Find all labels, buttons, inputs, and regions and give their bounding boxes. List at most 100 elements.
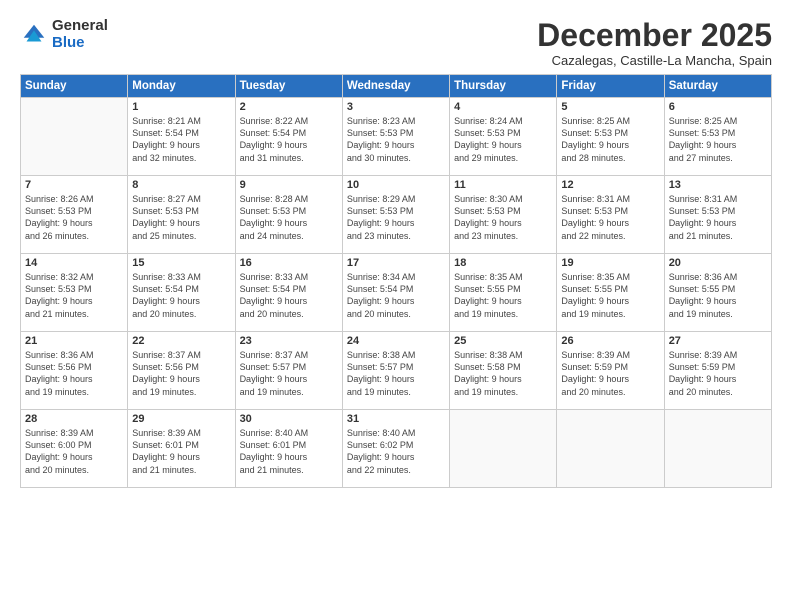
table-row: 7 Sunrise: 8:26 AM Sunset: 5:53 PM Daylig… (21, 176, 772, 254)
day-info: Sunrise: 8:33 AM Sunset: 5:54 PM Dayligh… (132, 271, 230, 320)
day-info: Sunrise: 8:29 AM Sunset: 5:53 PM Dayligh… (347, 193, 445, 242)
table-cell: 25Sunrise: 8:38 AM Sunset: 5:58 PM Dayli… (450, 332, 557, 410)
table-cell: 13 Sunrise: 8:31 AM Sunset: 5:53 PM Dayli… (664, 176, 771, 254)
day-number: 14 (25, 257, 123, 269)
day-info: Sunrise: 8:36 AM Sunset: 5:56 PM Dayligh… (25, 349, 123, 398)
day-info: Sunrise: 8:35 AM Sunset: 5:55 PM Dayligh… (454, 271, 552, 320)
day-number: 1 (132, 101, 230, 113)
table-cell (450, 410, 557, 488)
table-cell: 12 Sunrise: 8:31 AM Sunset: 5:53 PM Dayli… (557, 176, 664, 254)
table-cell: 9Sunrise: 8:28 AM Sunset: 5:53 PM Daylig… (235, 176, 342, 254)
table-cell: 2 Sunrise: 8:22 AM Sunset: 5:54 PM Daylig… (235, 98, 342, 176)
day-number: 6 (669, 101, 767, 113)
day-number: 18 (454, 257, 552, 269)
calendar-table: Sunday Monday Tuesday Wednesday Thursday… (20, 74, 772, 488)
col-thursday: Thursday (450, 75, 557, 98)
day-info: Sunrise: 8:32 AM Sunset: 5:53 PM Dayligh… (25, 271, 123, 320)
table-cell: 24Sunrise: 8:38 AM Sunset: 5:57 PM Dayli… (342, 332, 449, 410)
logo-blue-text: Blue (52, 35, 108, 52)
day-number: 26 (561, 335, 659, 347)
logo-general-text: General (52, 18, 108, 35)
day-number: 4 (454, 101, 552, 113)
table-cell: 1 Sunrise: 8:21 AM Sunset: 5:54 PM Daylig… (128, 98, 235, 176)
day-info: Sunrise: 8:25 AM Sunset: 5:53 PM Dayligh… (561, 115, 659, 164)
table-cell (664, 410, 771, 488)
day-number: 5 (561, 101, 659, 113)
page: General Blue December 2025 Cazalegas, Ca… (0, 0, 792, 612)
col-tuesday: Tuesday (235, 75, 342, 98)
col-friday: Friday (557, 75, 664, 98)
day-info: Sunrise: 8:31 AM Sunset: 5:53 PM Dayligh… (561, 193, 659, 242)
day-number: 22 (132, 335, 230, 347)
table-cell: 8 Sunrise: 8:27 AM Sunset: 5:53 PM Daylig… (128, 176, 235, 254)
day-number: 9 (240, 179, 338, 191)
table-cell: 26 Sunrise: 8:39 AM Sunset: 5:59 PM Dayli… (557, 332, 664, 410)
day-info: Sunrise: 8:21 AM Sunset: 5:54 PM Dayligh… (132, 115, 230, 164)
header: General Blue December 2025 Cazalegas, Ca… (20, 18, 772, 68)
day-info: Sunrise: 8:40 AM Sunset: 6:01 PM Dayligh… (240, 427, 338, 476)
day-number: 15 (132, 257, 230, 269)
day-info: Sunrise: 8:35 AM Sunset: 5:55 PM Dayligh… (561, 271, 659, 320)
col-wednesday: Wednesday (342, 75, 449, 98)
table-cell: 23 Sunrise: 8:37 AM Sunset: 5:57 PM Dayli… (235, 332, 342, 410)
table-cell: 17Sunrise: 8:34 AM Sunset: 5:54 PM Dayli… (342, 254, 449, 332)
day-number: 20 (669, 257, 767, 269)
col-sunday: Sunday (21, 75, 128, 98)
day-number: 11 (454, 179, 552, 191)
table-cell: 30 Sunrise: 8:40 AM Sunset: 6:01 PM Dayli… (235, 410, 342, 488)
day-info: Sunrise: 8:26 AM Sunset: 5:53 PM Dayligh… (25, 193, 123, 242)
day-info: Sunrise: 8:30 AM Sunset: 5:53 PM Dayligh… (454, 193, 552, 242)
day-info: Sunrise: 8:22 AM Sunset: 5:54 PM Dayligh… (240, 115, 338, 164)
table-cell: 3Sunrise: 8:23 AM Sunset: 5:53 PM Daylig… (342, 98, 449, 176)
table-cell: 29Sunrise: 8:39 AM Sunset: 6:01 PM Dayli… (128, 410, 235, 488)
table-cell: 14 Sunrise: 8:32 AM Sunset: 5:53 PM Dayli… (21, 254, 128, 332)
table-row: 1 Sunrise: 8:21 AM Sunset: 5:54 PM Daylig… (21, 98, 772, 176)
title-block: December 2025 Cazalegas, Castille-La Man… (537, 18, 772, 68)
day-number: 28 (25, 413, 123, 425)
location-subtitle: Cazalegas, Castille-La Mancha, Spain (537, 53, 772, 68)
day-info: Sunrise: 8:38 AM Sunset: 5:58 PM Dayligh… (454, 349, 552, 398)
col-saturday: Saturday (664, 75, 771, 98)
day-number: 23 (240, 335, 338, 347)
table-cell: 11 Sunrise: 8:30 AM Sunset: 5:53 PM Dayli… (450, 176, 557, 254)
day-number: 19 (561, 257, 659, 269)
day-number: 13 (669, 179, 767, 191)
day-info: Sunrise: 8:27 AM Sunset: 5:53 PM Dayligh… (132, 193, 230, 242)
day-number: 27 (669, 335, 767, 347)
day-number: 8 (132, 179, 230, 191)
day-number: 2 (240, 101, 338, 113)
day-info: Sunrise: 8:31 AM Sunset: 5:53 PM Dayligh… (669, 193, 767, 242)
header-row: Sunday Monday Tuesday Wednesday Thursday… (21, 75, 772, 98)
table-cell: 4Sunrise: 8:24 AM Sunset: 5:53 PM Daylig… (450, 98, 557, 176)
day-number: 30 (240, 413, 338, 425)
table-cell: 21 Sunrise: 8:36 AM Sunset: 5:56 PM Dayli… (21, 332, 128, 410)
logo: General Blue (20, 18, 108, 51)
day-info: Sunrise: 8:40 AM Sunset: 6:02 PM Dayligh… (347, 427, 445, 476)
day-info: Sunrise: 8:34 AM Sunset: 5:54 PM Dayligh… (347, 271, 445, 320)
day-number: 3 (347, 101, 445, 113)
day-number: 12 (561, 179, 659, 191)
day-number: 29 (132, 413, 230, 425)
day-info: Sunrise: 8:39 AM Sunset: 6:00 PM Dayligh… (25, 427, 123, 476)
table-cell (557, 410, 664, 488)
day-number: 21 (25, 335, 123, 347)
table-cell: 19 Sunrise: 8:35 AM Sunset: 5:55 PM Dayli… (557, 254, 664, 332)
table-cell: 28 Sunrise: 8:39 AM Sunset: 6:00 PM Dayli… (21, 410, 128, 488)
table-cell: 15 Sunrise: 8:33 AM Sunset: 5:54 PM Dayli… (128, 254, 235, 332)
day-info: Sunrise: 8:37 AM Sunset: 5:57 PM Dayligh… (240, 349, 338, 398)
table-row: 14 Sunrise: 8:32 AM Sunset: 5:53 PM Dayli… (21, 254, 772, 332)
day-number: 31 (347, 413, 445, 425)
day-info: Sunrise: 8:39 AM Sunset: 5:59 PM Dayligh… (561, 349, 659, 398)
day-number: 7 (25, 179, 123, 191)
day-info: Sunrise: 8:36 AM Sunset: 5:55 PM Dayligh… (669, 271, 767, 320)
logo-icon (20, 21, 48, 49)
table-cell: 18 Sunrise: 8:35 AM Sunset: 5:55 PM Dayli… (450, 254, 557, 332)
table-cell: 6Sunrise: 8:25 AM Sunset: 5:53 PM Daylig… (664, 98, 771, 176)
logo-text: General Blue (52, 18, 108, 51)
table-cell: 22Sunrise: 8:37 AM Sunset: 5:56 PM Dayli… (128, 332, 235, 410)
table-cell: 31 Sunrise: 8:40 AM Sunset: 6:02 PM Dayli… (342, 410, 449, 488)
col-monday: Monday (128, 75, 235, 98)
day-number: 24 (347, 335, 445, 347)
table-cell: 10Sunrise: 8:29 AM Sunset: 5:53 PM Dayli… (342, 176, 449, 254)
table-row: 21 Sunrise: 8:36 AM Sunset: 5:56 PM Dayli… (21, 332, 772, 410)
